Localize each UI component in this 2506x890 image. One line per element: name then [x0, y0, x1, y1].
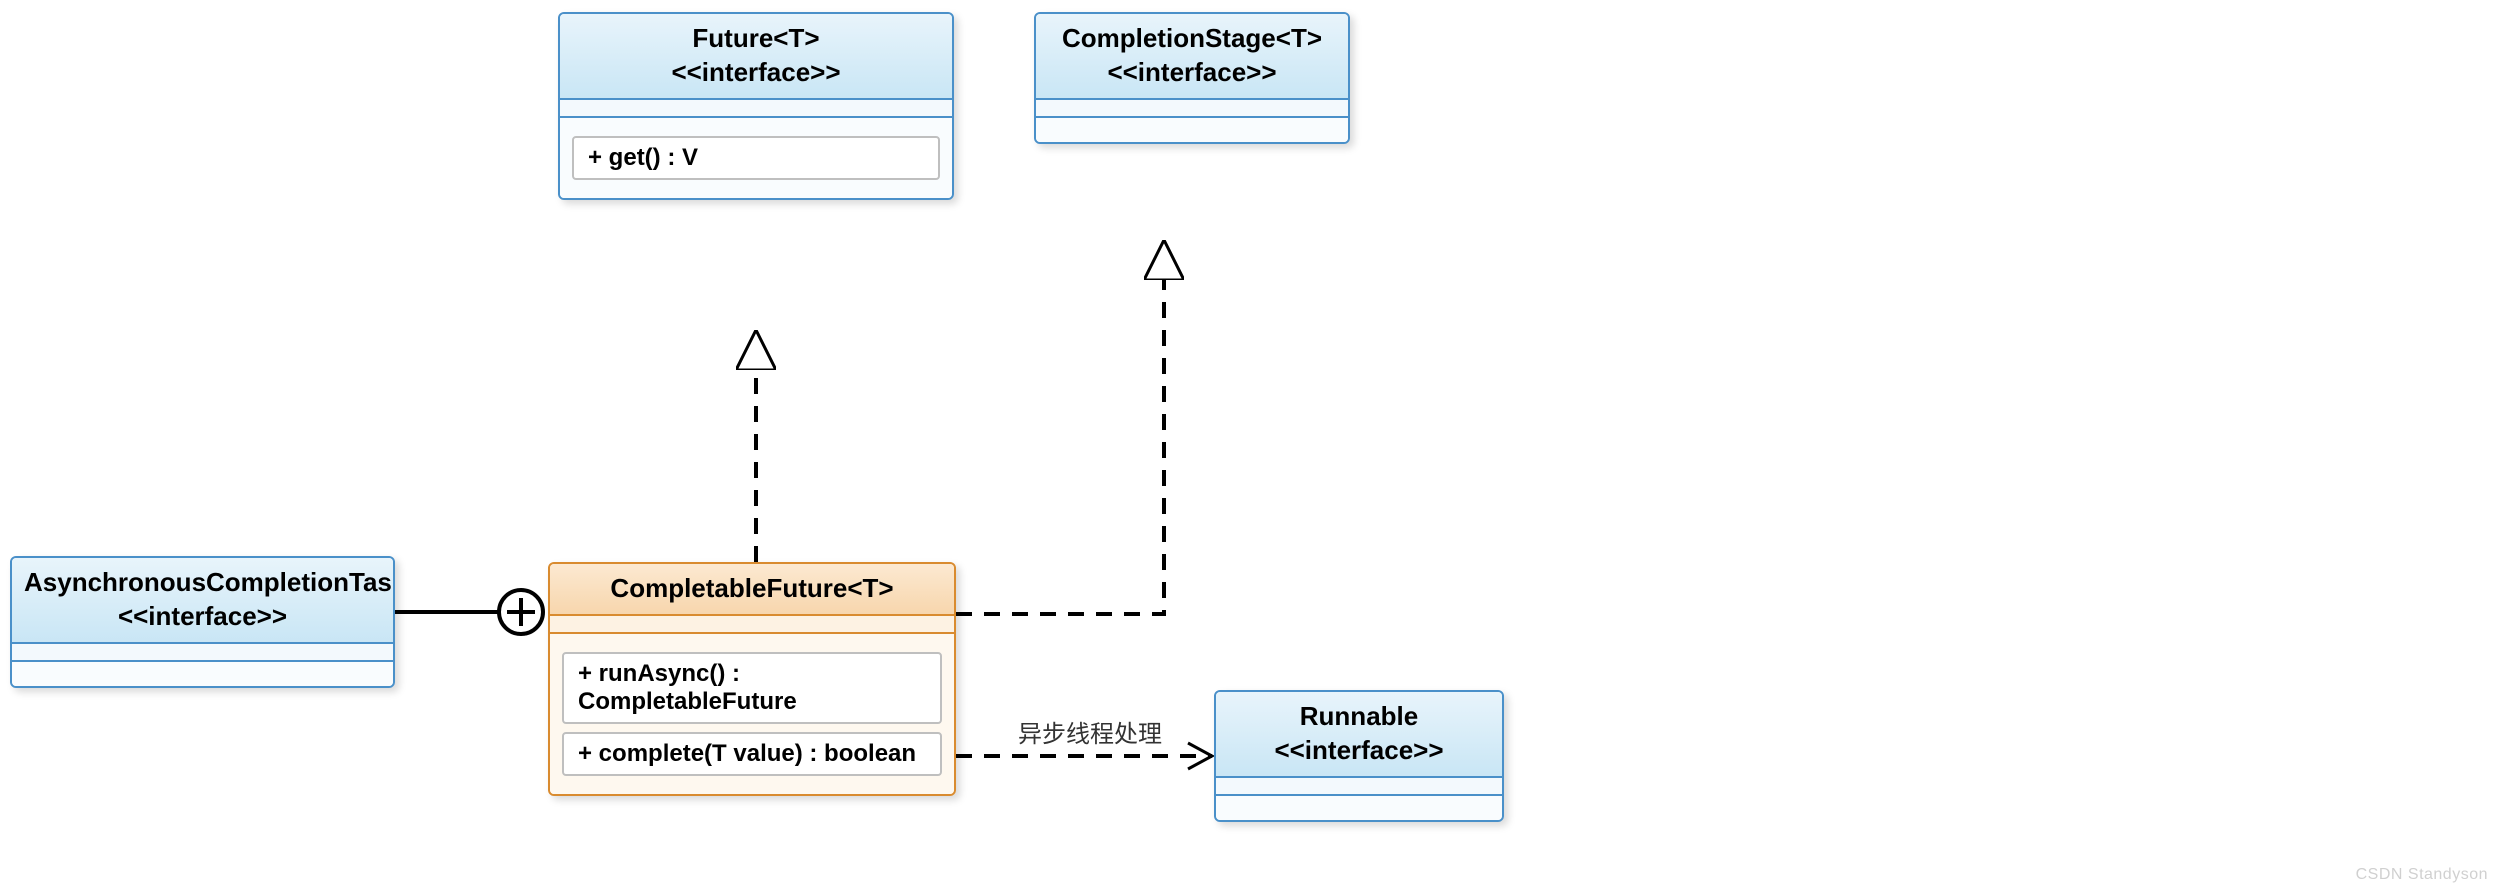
class-completionstage-name: CompletionStage<T>: [1048, 22, 1336, 56]
op-get: + get() : V: [572, 136, 940, 180]
class-future-name: Future<T>: [572, 22, 940, 56]
class-runnable-stereotype: <<interface>>: [1228, 734, 1490, 768]
class-completionstage-ops: [1036, 118, 1348, 142]
class-asynctask-stereotype: <<interface>>: [24, 600, 381, 634]
nested-circle: [499, 590, 543, 634]
edge-runnable-label: 异步线程处理: [1018, 714, 1162, 749]
class-asynctask-attrs: [12, 644, 393, 662]
class-future-ops: + get() : V: [560, 118, 952, 198]
class-future: Future<T> <<interface>> + get() : V: [558, 12, 954, 200]
class-cf-attrs: [550, 616, 954, 634]
class-completionstage-attrs: [1036, 100, 1348, 118]
class-completablefuture: CompletableFuture<T> + runAsync() : Comp…: [548, 562, 956, 796]
class-future-attrs: [560, 100, 952, 118]
class-completionstage: CompletionStage<T> <<interface>>: [1034, 12, 1350, 144]
class-future-stereotype: <<interface>>: [572, 56, 940, 90]
class-runnable-ops: [1216, 796, 1502, 820]
op-complete: + complete(T value) : boolean: [562, 732, 942, 776]
class-asynctask-ops: [12, 662, 393, 686]
edge-realize-completionstage: [956, 260, 1164, 614]
op-runasync: + runAsync() : CompletableFuture: [562, 652, 942, 724]
class-runnable-attrs: [1216, 778, 1502, 796]
class-asynctask: AsynchronousCompletionTask <<interface>>: [10, 556, 395, 688]
class-completionstage-stereotype: <<interface>>: [1048, 56, 1336, 90]
watermark: CSDN Standyson: [2356, 866, 2488, 884]
class-runnable-name: Runnable: [1228, 700, 1490, 734]
class-runnable: Runnable <<interface>>: [1214, 690, 1504, 822]
class-asynctask-name: AsynchronousCompletionTask: [24, 566, 381, 600]
class-cf-name: CompletableFuture<T>: [562, 572, 942, 606]
class-cf-ops: + runAsync() : CompletableFuture + compl…: [550, 634, 954, 794]
